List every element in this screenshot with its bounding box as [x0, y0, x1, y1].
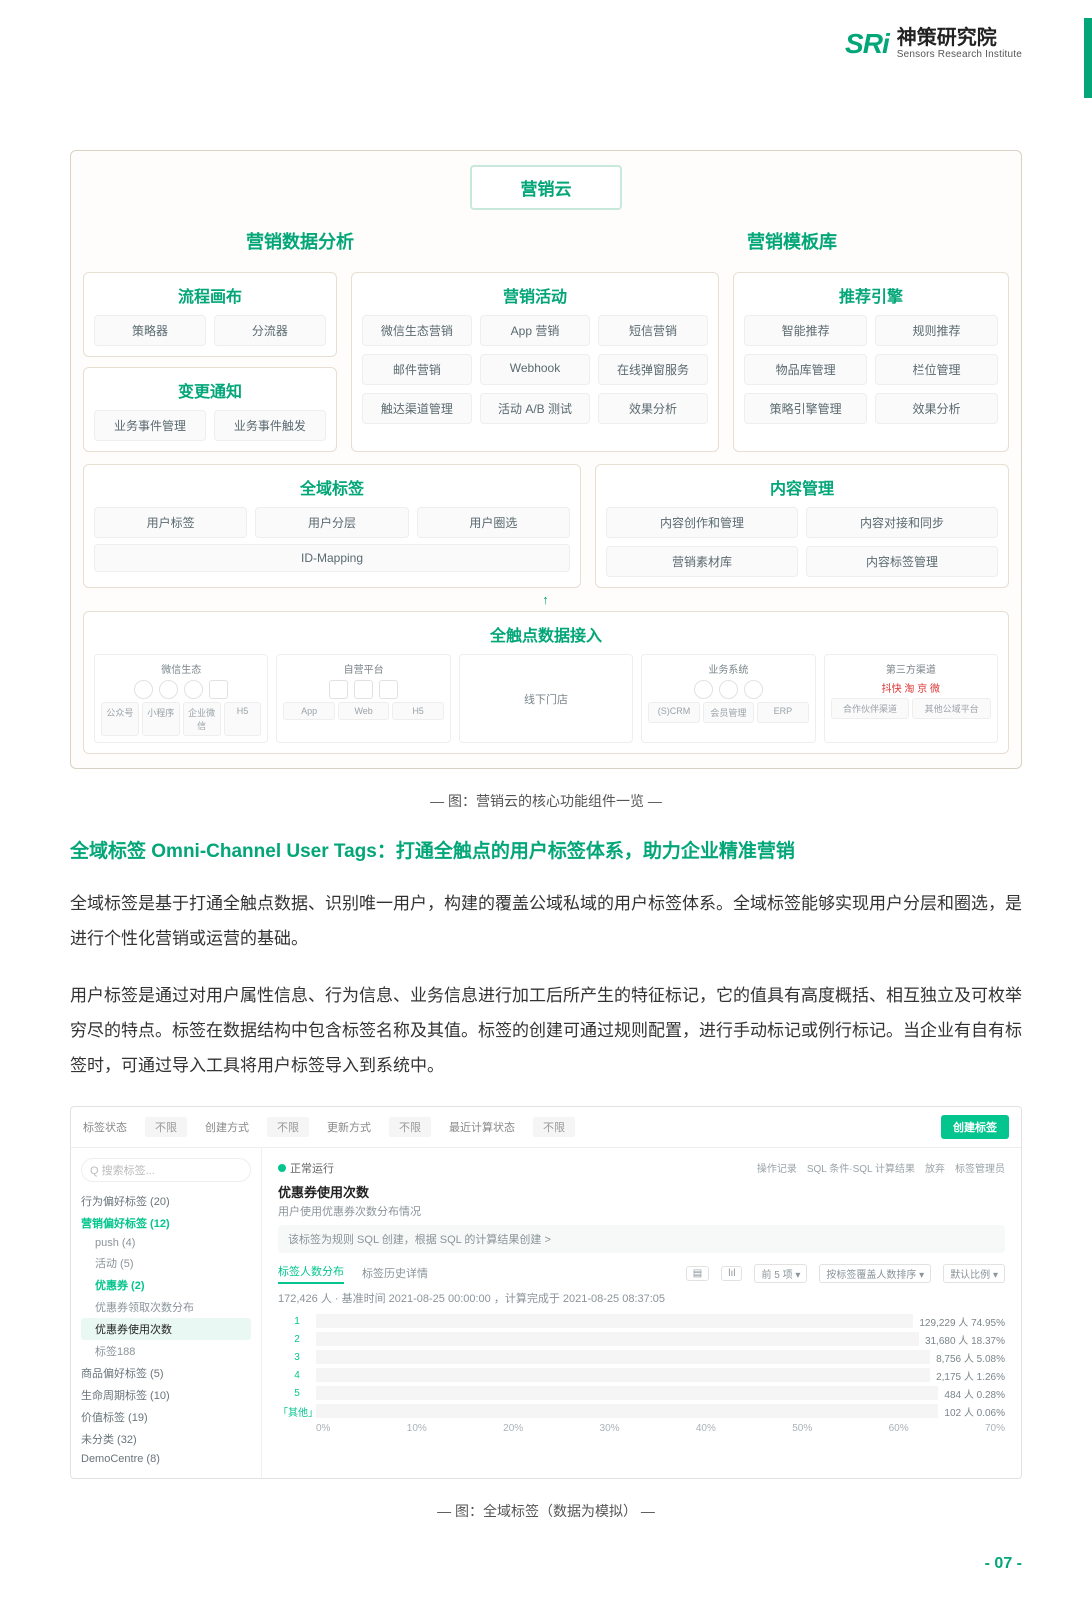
marketing-cloud-diagram: 营销云 营销数据分析 营销模板库 流程画布 策略器 分流器 变更通知 业务事: [70, 150, 1022, 769]
status-dot-icon: [278, 1164, 286, 1172]
distribution-bar-chart: 1 129,229 人 74.95%2 31,680 人 18.37%3 8,7…: [278, 1314, 1005, 1419]
filter-bar: 标签状态不限 创建方式不限 更新方式不限 最近计算状态不限 创建标签: [71, 1107, 1021, 1148]
tag-tree-sidebar: Q 搜索标签... 行为偏好标签 (20)营销偏好标签 (12)push (4)…: [71, 1148, 262, 1478]
tree-item[interactable]: 未分类 (32): [81, 1428, 251, 1450]
tree-item[interactable]: 价值标签 (19): [81, 1406, 251, 1428]
total-line: 172,426 人 · 基准时间 2021-08-25 00:00:00 ，计算…: [278, 1290, 1005, 1306]
paragraph-2: 用户标签是通过对用户属性信息、行为信息、业务信息进行加工后所产生的特征标记，它的…: [70, 979, 1022, 1084]
panel-reco: 推荐引擎 智能推荐 规则推荐 物品库管理 栏位管理 策略引擎管理 效果分析: [733, 272, 1009, 452]
src-biz: 业务系统 (S)CRM 会员管理 ERP: [641, 654, 815, 743]
tree-item[interactable]: 优惠券使用次数: [81, 1318, 251, 1340]
panel-activity: 营销活动 微信生态营销 App 营销 短信营销 邮件营销 Webhook 在线弹…: [351, 272, 719, 452]
filter-create[interactable]: 不限: [267, 1117, 309, 1137]
panel-change: 变更通知 业务事件管理 业务事件触发: [83, 367, 337, 452]
x-axis: 0%10%20%30%40%50%60%70%: [278, 1423, 1005, 1434]
tree-item[interactable]: 营销偏好标签 (12): [81, 1212, 251, 1234]
page-number: - 07 -: [985, 1555, 1022, 1573]
tree-item[interactable]: 优惠券领取次数分布: [81, 1296, 251, 1318]
col-left-title: 营销数据分析: [83, 220, 517, 262]
tree-item[interactable]: 活动 (5): [81, 1252, 251, 1274]
tree-item[interactable]: 标签188: [81, 1340, 251, 1362]
chart-type-icon[interactable]: lıl: [721, 1266, 742, 1281]
diagram-title: 营销云: [470, 165, 622, 210]
filter-calc[interactable]: 不限: [533, 1117, 575, 1137]
tag-title: 优惠券使用次数: [278, 1182, 1005, 1201]
panel-flow: 流程画布 策略器 分流器: [83, 272, 337, 357]
col-right-title: 营销模板库: [575, 220, 1009, 262]
header-links: 操作记录 SQL 条件·SQL 计算结果 放弃 标签管理员: [757, 1160, 1005, 1175]
paragraph-1: 全域标签是基于打通全触点数据、识别唯一用户，构建的覆盖公域私域的用户标签体系。全…: [70, 887, 1022, 957]
tags-screenshot: 标签状态不限 创建方式不限 更新方式不限 最近计算状态不限 创建标签 Q 搜索标…: [70, 1106, 1022, 1479]
cell: 业务事件管理: [94, 410, 206, 441]
cell: 业务事件触发: [214, 410, 326, 441]
tree-item[interactable]: 商品偏好标签 (5): [81, 1362, 251, 1384]
src-offline: 线下门店: [459, 654, 633, 743]
brand-en: Sensors Research Institute: [897, 49, 1022, 60]
filter-update[interactable]: 不限: [389, 1117, 431, 1137]
sort-select[interactable]: 按标签覆盖人数排序 ▾: [819, 1264, 931, 1283]
filter-status[interactable]: 不限: [145, 1117, 187, 1137]
tab-history[interactable]: 标签历史详情: [362, 1265, 428, 1281]
tree-item[interactable]: push (4): [81, 1234, 251, 1252]
cell: 分流器: [214, 315, 326, 346]
src-wechat: 微信生态 公众号 小程序 企业微信 H5: [94, 654, 268, 743]
tree-item[interactable]: 生命周期标签 (10): [81, 1384, 251, 1406]
tree-item[interactable]: DemoCentre (8): [81, 1450, 251, 1468]
figure-caption-1: — 图：营销云的核心功能组件一览 —: [70, 791, 1022, 811]
src-third: 第三方渠道 抖快 淘 京 微 合作伙伴渠道 其他公域平台: [824, 654, 998, 743]
cell: 策略器: [94, 315, 206, 346]
sql-hint[interactable]: 该标签为规则 SQL 创建，根据 SQL 的计算结果创建 >: [278, 1225, 1005, 1253]
tree-item[interactable]: 行为偏好标签 (20): [81, 1190, 251, 1212]
brand-header: SRi 神策研究院 Sensors Research Institute: [845, 28, 1022, 60]
topn-select[interactable]: 前 5 项 ▾: [754, 1264, 807, 1283]
section-heading: 全域标签 Omni-Channel User Tags：打通全触点的用户标签体系…: [70, 837, 1022, 867]
create-tag-button[interactable]: 创建标签: [941, 1115, 1009, 1139]
brand-logo: SRi: [845, 28, 889, 60]
panel-tags: 全域标签 用户标签 用户分层 用户圈选 ID-Mapping: [83, 464, 581, 588]
src-self: 自营平台 App Web H5: [276, 654, 450, 743]
figure-caption-2: — 图：全域标签（数据为模拟） —: [70, 1501, 1022, 1521]
tree-item[interactable]: 优惠券 (2): [81, 1274, 251, 1296]
panel-content: 内容管理 内容创作和管理 内容对接和同步 营销素材库 内容标签管理: [595, 464, 1009, 588]
chart-type-icon[interactable]: ▤: [686, 1266, 709, 1281]
tag-subtitle: 用户使用优惠券次数分布情况: [278, 1203, 1005, 1219]
brand-cn: 神策研究院: [897, 28, 1022, 49]
search-input[interactable]: Q 搜索标签...: [81, 1158, 251, 1182]
tab-distribution[interactable]: 标签人数分布: [278, 1263, 344, 1284]
arrow-up: ↑: [83, 592, 1009, 607]
scale-select[interactable]: 默认比例 ▾: [943, 1264, 1005, 1283]
panel-ingest: 全触点数据接入 微信生态 公众号 小程序 企业微信 H5 自营平台: [83, 611, 1009, 754]
